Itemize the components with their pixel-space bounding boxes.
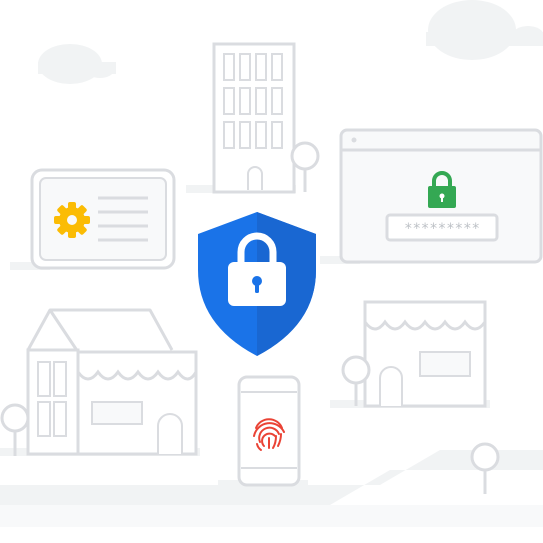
id-card xyxy=(10,168,176,270)
tree-top-center xyxy=(290,141,320,192)
shop-right xyxy=(330,300,490,408)
gear-icon xyxy=(54,202,90,238)
security-illustration: ********* xyxy=(0,0,543,527)
password-mask: ********* xyxy=(404,221,480,237)
house-left xyxy=(0,308,200,456)
cloud-right xyxy=(426,0,543,60)
smartphone xyxy=(218,375,308,488)
shield-lock-icon xyxy=(198,212,316,356)
cloud-left xyxy=(38,44,116,84)
office-building xyxy=(186,42,296,194)
